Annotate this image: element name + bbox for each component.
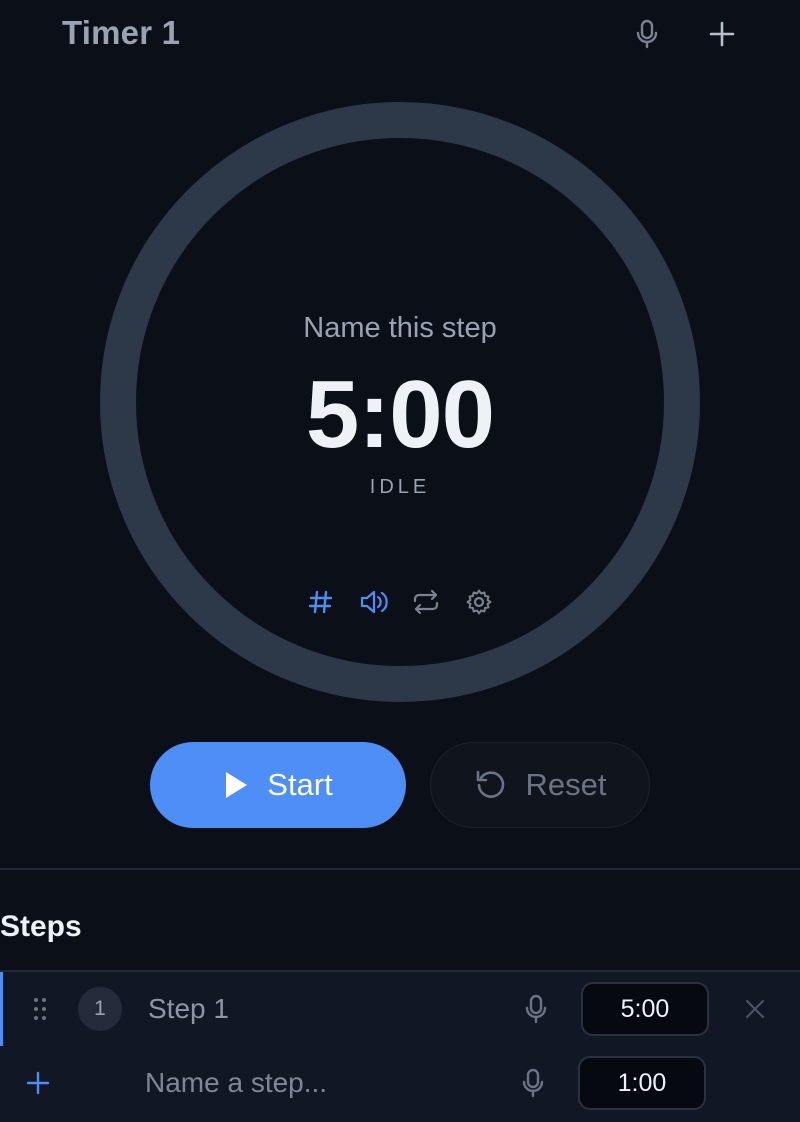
microphone-icon <box>525 994 547 1024</box>
steps-list: 1 <box>0 970 800 1122</box>
microphone-icon <box>636 19 658 49</box>
start-button[interactable]: Start <box>150 742 406 828</box>
close-icon <box>745 999 765 1019</box>
timer-app: Timer 1 Name this step 5:00 IDLE Start R… <box>0 0 800 1122</box>
add-step-button[interactable] <box>22 1067 54 1099</box>
speaker-icon <box>360 590 388 614</box>
time-display: 5:00 <box>305 361 495 468</box>
current-step-name[interactable]: Name this step <box>100 312 700 345</box>
repeat-toggle[interactable] <box>410 586 442 618</box>
gear-icon <box>466 589 492 615</box>
step-name-input[interactable] <box>148 988 488 1030</box>
reset-button[interactable]: Reset <box>430 742 650 828</box>
remove-step-button[interactable] <box>739 993 771 1025</box>
header: Timer 1 <box>0 0 800 70</box>
step-row[interactable]: 1 <box>0 972 800 1046</box>
add-timer-button[interactable] <box>700 12 744 56</box>
repeat-icon <box>414 589 439 615</box>
new-step-row <box>0 1046 800 1120</box>
sound-toggle[interactable] <box>358 586 390 618</box>
reset-icon <box>476 770 504 798</box>
section-divider <box>0 868 800 870</box>
new-step-duration-input[interactable] <box>578 1056 706 1110</box>
step-microphone-button[interactable] <box>518 990 554 1028</box>
step-number-badge: 1 <box>78 987 122 1031</box>
timer-ring: Name this step 5:00 IDLE <box>100 102 700 702</box>
new-step-name-input[interactable] <box>145 1062 485 1104</box>
microphone-button[interactable] <box>625 12 669 56</box>
timer-status: IDLE <box>369 476 431 498</box>
start-label: Start <box>267 767 333 802</box>
steps-title: Steps <box>0 910 82 943</box>
timer-title[interactable]: Timer 1 <box>62 14 180 52</box>
plus-icon <box>26 1071 50 1095</box>
new-step-microphone-button[interactable] <box>515 1064 551 1102</box>
plus-icon <box>709 21 735 47</box>
drag-handle-icon <box>34 998 46 1020</box>
play-icon <box>226 772 248 798</box>
settings-button[interactable] <box>463 586 495 618</box>
reset-label: Reset <box>525 767 607 802</box>
hash-icon <box>308 590 333 614</box>
hash-toggle[interactable] <box>305 586 337 618</box>
ring-tools <box>305 586 495 618</box>
step-duration-input[interactable] <box>581 982 709 1036</box>
microphone-icon <box>522 1068 544 1098</box>
drag-handle[interactable] <box>29 994 51 1024</box>
